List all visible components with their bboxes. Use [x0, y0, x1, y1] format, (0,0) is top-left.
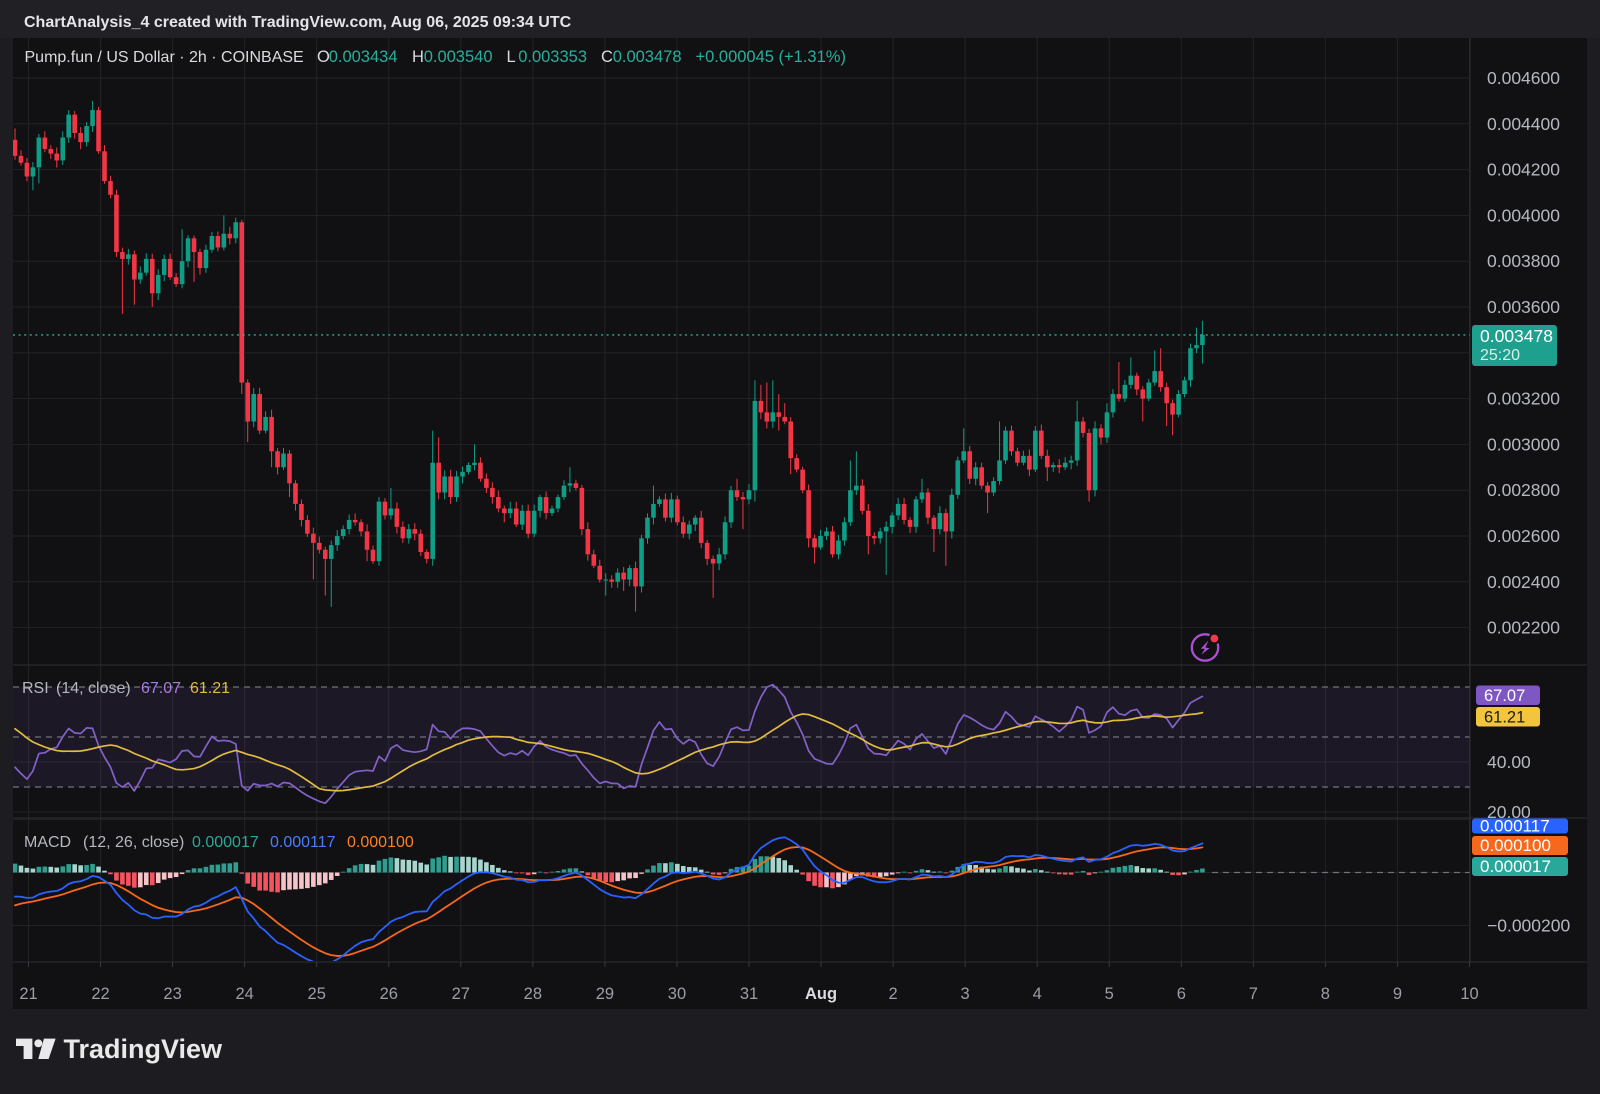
svg-text:67.07: 67.07	[1484, 687, 1525, 705]
svg-text:0.003540: 0.003540	[424, 48, 493, 66]
svg-text:9: 9	[1393, 985, 1402, 1003]
svg-text:29: 29	[596, 985, 614, 1003]
svg-text:7: 7	[1249, 985, 1258, 1003]
svg-text:21: 21	[19, 985, 37, 1003]
svg-text:0.003200: 0.003200	[1487, 389, 1560, 409]
svg-text:22: 22	[91, 985, 109, 1003]
svg-text:MACD: MACD	[24, 834, 71, 851]
svg-text:10: 10	[1460, 985, 1478, 1003]
svg-text:31: 31	[740, 985, 758, 1003]
svg-text:23: 23	[163, 985, 181, 1003]
svg-text:0.000017: 0.000017	[192, 834, 259, 851]
svg-text:0.003478: 0.003478	[1480, 326, 1553, 346]
svg-text:0.003353: 0.003353	[518, 48, 587, 66]
svg-text:2: 2	[889, 985, 898, 1003]
svg-text:Aug: Aug	[805, 985, 837, 1003]
svg-text:C: C	[601, 48, 613, 66]
svg-text:61.21: 61.21	[1484, 708, 1525, 726]
svg-text:61.21: 61.21	[190, 680, 230, 697]
svg-text:−0.000200: −0.000200	[1487, 916, 1570, 936]
svg-text:0.000100: 0.000100	[347, 834, 414, 851]
svg-text:4: 4	[1033, 985, 1042, 1003]
svg-text:TradingView: TradingView	[64, 1034, 224, 1064]
svg-text:0.000117: 0.000117	[1480, 817, 1550, 836]
svg-text:25:20: 25:20	[1480, 347, 1520, 364]
svg-text:0.004400: 0.004400	[1487, 114, 1560, 134]
svg-text:6: 6	[1177, 985, 1186, 1003]
svg-text:0.002400: 0.002400	[1487, 572, 1560, 592]
svg-text:0.003800: 0.003800	[1487, 251, 1560, 271]
svg-text:0.002800: 0.002800	[1487, 480, 1560, 500]
svg-text:(12, 26, close): (12, 26, close)	[83, 834, 184, 851]
svg-text:L: L	[507, 48, 516, 66]
svg-text:0.000100: 0.000100	[1480, 836, 1551, 855]
svg-text:0.004000: 0.004000	[1487, 205, 1560, 225]
svg-text:8: 8	[1321, 985, 1330, 1003]
svg-text:0.004600: 0.004600	[1487, 68, 1560, 88]
svg-text:27: 27	[452, 985, 470, 1003]
svg-text:(14, close): (14, close)	[56, 680, 131, 697]
svg-text:Pump.fun / US Dollar · 2h · CO: Pump.fun / US Dollar · 2h · COINBASE	[25, 49, 304, 66]
svg-text:0.003600: 0.003600	[1487, 297, 1560, 317]
svg-text:RSI: RSI	[22, 680, 49, 697]
svg-text:5: 5	[1105, 985, 1114, 1003]
svg-text:0.002200: 0.002200	[1487, 618, 1560, 638]
svg-text:24: 24	[235, 985, 253, 1003]
svg-text:25: 25	[308, 985, 326, 1003]
svg-text:26: 26	[380, 985, 398, 1003]
svg-text:0.000017: 0.000017	[1480, 857, 1551, 876]
svg-text:H: H	[412, 48, 424, 66]
svg-text:67.07: 67.07	[141, 680, 181, 697]
svg-text:30: 30	[668, 985, 686, 1003]
svg-text:0.003000: 0.003000	[1487, 434, 1560, 454]
svg-text:0.002600: 0.002600	[1487, 526, 1560, 546]
svg-text:28: 28	[524, 985, 542, 1003]
svg-text:0.000117: 0.000117	[270, 834, 336, 851]
svg-text:0.003434: 0.003434	[329, 48, 398, 66]
svg-text:40.00: 40.00	[1487, 752, 1531, 772]
svg-text:0.004200: 0.004200	[1487, 160, 1560, 180]
svg-text:3: 3	[961, 985, 970, 1003]
svg-text:ChartAnalysis_4 created with T: ChartAnalysis_4 created with TradingView…	[24, 14, 572, 31]
svg-text:0.003478: 0.003478	[613, 48, 682, 66]
svg-text:+0.000045 (+1.31%): +0.000045 (+1.31%)	[696, 48, 846, 66]
